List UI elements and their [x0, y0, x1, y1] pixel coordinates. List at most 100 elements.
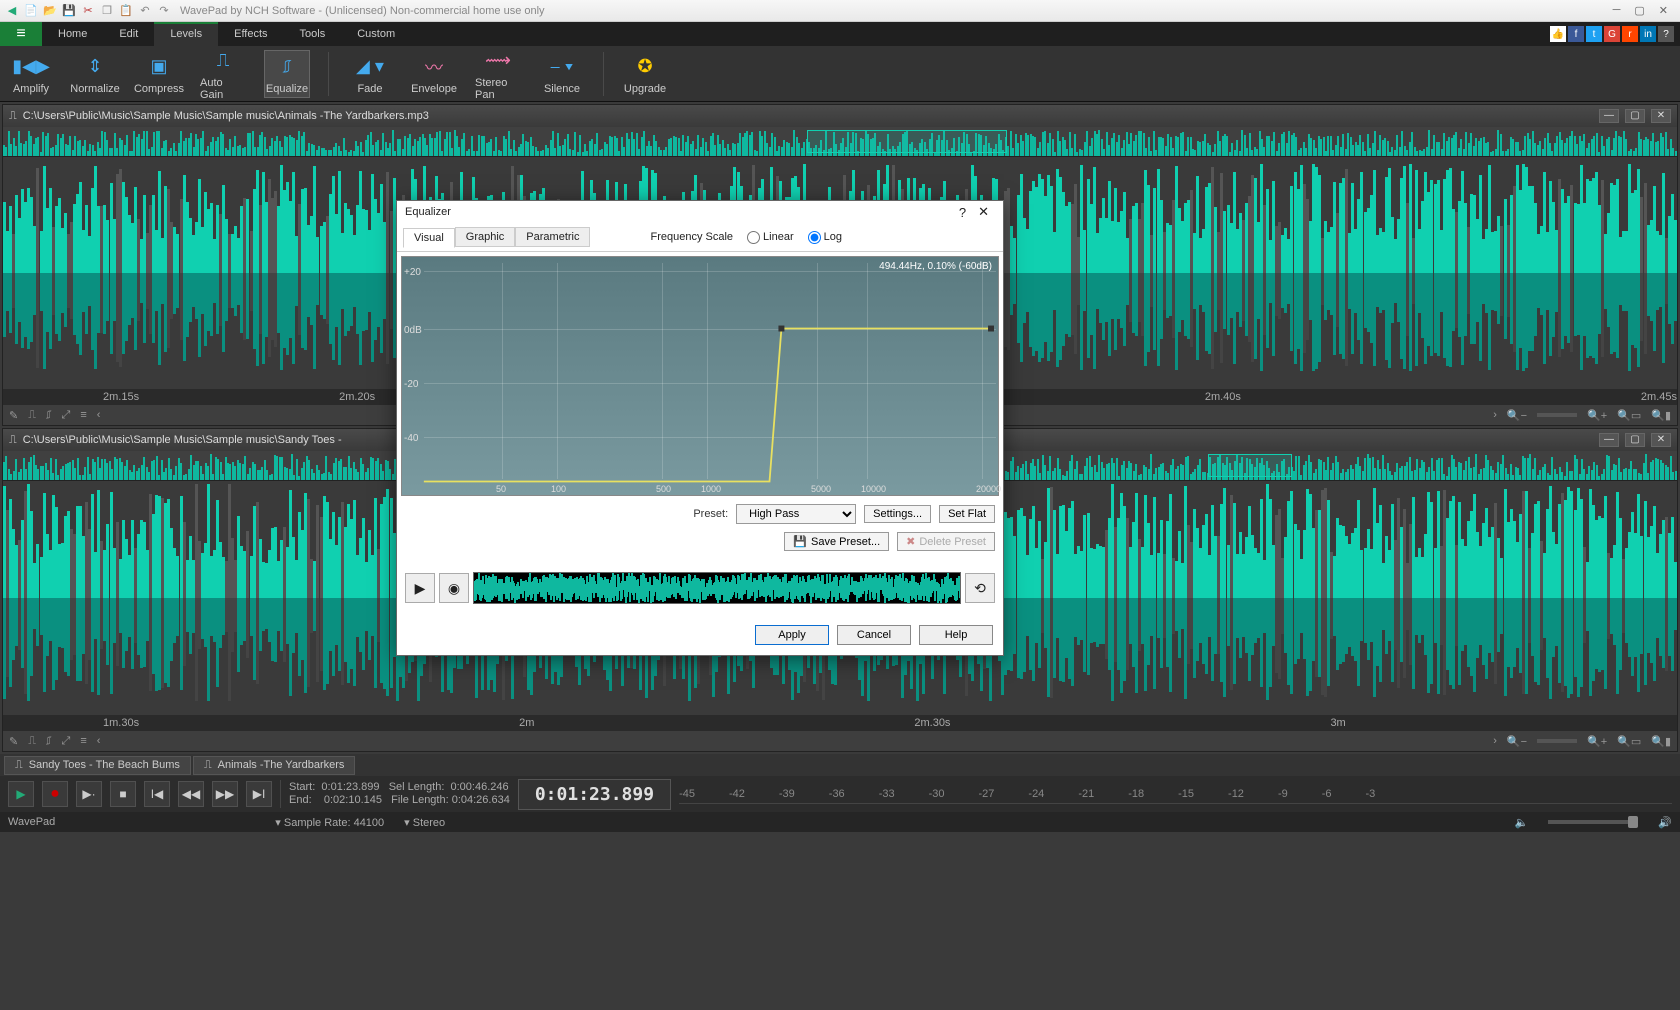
track-1-overview[interactable] — [3, 127, 1677, 157]
zoom-out-icon[interactable]: 🔍− — [1507, 409, 1527, 422]
envelope-button[interactable]: 〰Envelope — [411, 53, 457, 95]
status-channels[interactable]: Stereo — [413, 817, 445, 829]
auto-gain-button[interactable]: ⎍Auto Gain — [200, 47, 246, 101]
set-flat-button[interactable]: Set Flat — [939, 505, 995, 523]
tab-custom[interactable]: Custom — [341, 22, 411, 46]
track-minimize-button[interactable]: — — [1599, 433, 1619, 447]
preset-select[interactable]: High Pass — [736, 504, 856, 524]
minimize-button[interactable]: ─ — [1613, 4, 1621, 17]
eq-tab-graphic[interactable]: Graphic — [455, 227, 516, 247]
volume-icon[interactable]: 🔈 — [1515, 816, 1529, 829]
chevron-right-icon[interactable]: › — [1493, 409, 1497, 421]
chevron-left-icon[interactable]: ‹ — [97, 409, 101, 421]
help-icon[interactable]: ? — [1658, 26, 1674, 42]
twitter-icon[interactable]: t — [1586, 26, 1602, 42]
cursor-tool-icon[interactable]: ✎ — [9, 735, 18, 748]
new-icon[interactable]: 📄 — [23, 3, 39, 19]
paste-icon[interactable]: 📋 — [118, 3, 134, 19]
track-maximize-button[interactable]: ▢ — [1625, 109, 1645, 123]
chevron-right-icon[interactable]: › — [1493, 735, 1497, 747]
forward-button[interactable]: ▶▶ — [212, 781, 238, 807]
undo-icon[interactable]: ↶ — [137, 3, 153, 19]
open-icon[interactable]: 📂 — [42, 3, 58, 19]
save-preset-button[interactable]: 💾Save Preset... — [784, 532, 889, 551]
facebook-icon[interactable]: f — [1568, 26, 1584, 42]
zoom-fit-icon[interactable]: 🔍▭ — [1617, 409, 1641, 422]
chevron-left-icon[interactable]: ‹ — [97, 735, 101, 747]
zoom-slider[interactable] — [1537, 739, 1577, 743]
wave-icon[interactable]: ⎍ — [28, 735, 36, 748]
eq-tab-visual[interactable]: Visual — [403, 228, 455, 248]
marker-icon[interactable]: ≡ — [80, 735, 86, 747]
volume-slider[interactable] — [1548, 820, 1638, 824]
scrub-button[interactable]: ▶· — [76, 781, 102, 807]
tab-tools[interactable]: Tools — [284, 22, 342, 46]
zoom-sel-icon[interactable]: 🔍▮ — [1651, 409, 1671, 422]
log-radio[interactable]: Log — [808, 231, 842, 244]
skip-end-button[interactable]: ▶I — [246, 781, 272, 807]
stereo-pan-button[interactable]: ⟿Stereo Pan — [475, 47, 521, 101]
back-icon[interactable]: ◀ — [4, 3, 20, 19]
equalize-button[interactable]: ⎎Equalize — [264, 50, 310, 98]
play-button[interactable]: ▶ — [8, 781, 34, 807]
settings-button[interactable]: Settings... — [864, 505, 931, 523]
cut-icon[interactable]: ✂ — [80, 3, 96, 19]
compress-button[interactable]: ▣Compress — [136, 53, 182, 95]
skip-start-button[interactable]: I◀ — [144, 781, 170, 807]
stop-button[interactable]: ■ — [110, 781, 136, 807]
like-icon[interactable]: 👍 — [1550, 26, 1566, 42]
cancel-button[interactable]: Cancel — [837, 625, 911, 645]
marker-icon[interactable]: ≡ — [80, 409, 86, 421]
fade-button[interactable]: ◢ ▾Fade — [347, 53, 393, 95]
tab-effects[interactable]: Effects — [218, 22, 283, 46]
zoom-fit-icon[interactable]: 🔍▭ — [1617, 735, 1641, 748]
file-tab-sandy[interactable]: ⎍Sandy Toes - The Beach Bums — [4, 756, 191, 775]
tab-edit[interactable]: Edit — [103, 22, 154, 46]
close-button[interactable]: ✕ — [1659, 4, 1668, 17]
save-icon[interactable]: 💾 — [61, 3, 77, 19]
amplify-button[interactable]: ▮◀▶Amplify — [8, 53, 54, 95]
eq-graph[interactable]: 494.44Hz, 0.10% (-60dB) +20 0dB -20 -40 … — [401, 256, 999, 496]
tab-levels[interactable]: Levels — [154, 22, 218, 46]
eq-tab-parametric[interactable]: Parametric — [515, 227, 590, 247]
dialog-help-button[interactable]: ? — [953, 205, 972, 220]
track-close-button[interactable]: ✕ — [1651, 433, 1671, 447]
zoom-slider[interactable] — [1537, 413, 1577, 417]
wave2-icon[interactable]: ⎎ — [46, 735, 52, 748]
track-maximize-button[interactable]: ▢ — [1625, 433, 1645, 447]
normalize-button[interactable]: ⇕Normalize — [72, 53, 118, 95]
zoom-in-icon[interactable]: 🔍+ — [1587, 735, 1607, 748]
linear-radio[interactable]: Linear — [747, 231, 794, 244]
upgrade-button[interactable]: ✪Upgrade — [622, 53, 668, 95]
apply-button[interactable]: Apply — [755, 625, 829, 645]
record-button[interactable]: ● — [42, 781, 68, 807]
linkedin-icon[interactable]: in — [1640, 26, 1656, 42]
track-minimize-button[interactable]: — — [1599, 109, 1619, 123]
preview-play-button[interactable]: ▶ — [405, 573, 435, 603]
maximize-button[interactable]: ▢ — [1634, 4, 1644, 17]
preview-refresh-button[interactable]: ⟲ — [965, 573, 995, 603]
redo-icon[interactable]: ↷ — [156, 3, 172, 19]
zoom-sel-icon[interactable]: 🔍▮ — [1651, 735, 1671, 748]
cursor-tool-icon[interactable]: ✎ — [9, 409, 18, 422]
zoom-in-icon[interactable]: 🔍+ — [1587, 409, 1607, 422]
status-samplerate[interactable]: Sample Rate: 44100 — [284, 817, 384, 829]
tab-home[interactable]: Home — [42, 22, 103, 46]
wave-icon[interactable]: ⎍ — [28, 409, 36, 422]
reddit-icon[interactable]: r — [1622, 26, 1638, 42]
wave2-icon[interactable]: ⎎ — [46, 409, 52, 422]
snap-icon[interactable]: ⤢ — [62, 409, 71, 422]
snap-icon[interactable]: ⤢ — [62, 735, 71, 748]
app-menu-button[interactable]: ≡ — [0, 22, 42, 46]
copy-icon[interactable]: ❐ — [99, 3, 115, 19]
preview-loop-button[interactable]: ◉ — [439, 573, 469, 603]
track-close-button[interactable]: ✕ — [1651, 109, 1671, 123]
zoom-out-icon[interactable]: 🔍− — [1507, 735, 1527, 748]
silence-button[interactable]: ⎯ ▾Silence — [539, 53, 585, 95]
help-button[interactable]: Help — [919, 625, 993, 645]
preview-waveform[interactable] — [473, 572, 961, 604]
dialog-close-button[interactable]: ✕ — [972, 204, 995, 220]
rewind-button[interactable]: ◀◀ — [178, 781, 204, 807]
file-tab-animals[interactable]: ⎍Animals -The Yardbarkers — [193, 756, 355, 775]
google-icon[interactable]: G — [1604, 26, 1620, 42]
